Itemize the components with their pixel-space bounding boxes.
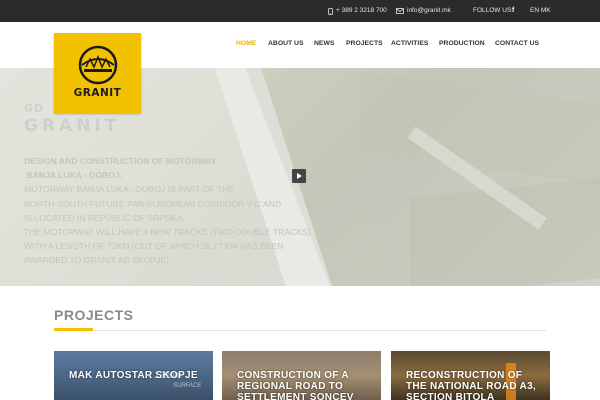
nav-item-projects[interactable]: PROJECTS (346, 40, 383, 47)
hero-title-small: GD (24, 102, 45, 115)
nav-item-production[interactable]: PRODUCTION (439, 40, 485, 47)
hero-line: DESIGN AND CONSTRUCTION OF MOTORWAY (24, 156, 217, 166)
hero-line: AWARDED TO GRANIT AD SKOPJE). (24, 255, 172, 266)
facebook-icon[interactable]: f (512, 0, 514, 22)
hero-line: MOTORWAY BANJA LUKA - DOBOJ IS PART OF T… (24, 184, 234, 195)
hero-line: BANJA LUKA - DOBOJ. (24, 170, 123, 181)
hero-line: IS LOCATED IN REPUBLIC OF SRPSKA. (24, 212, 185, 223)
nav-item-home[interactable]: HOME (236, 40, 256, 47)
top-bar: + 389 2 3218 700 info@granit.mk FOLLOW U… (0, 0, 600, 22)
projects-divider (54, 330, 546, 331)
envelope-icon (396, 8, 404, 14)
language-switcher[interactable]: EN MK (530, 0, 551, 22)
nav-item-activities[interactable]: ACTIVITIES (391, 40, 428, 47)
nav-item-news[interactable]: NEWS (314, 40, 334, 47)
email-contact[interactable]: info@granit.mk (396, 0, 451, 22)
project-card[interactable]: 1280m SURFACE MAK AUTOSTAR SKOPJE (54, 351, 213, 400)
hero-line: THE MOTORWAY WILL HAVE 4 NEW TRACKS (TWO… (24, 227, 311, 238)
projects-heading: PROJECTS (54, 307, 134, 323)
hero-line: WITH A LENGTH OF 72km (OUT OF WHICH 28,7… (24, 241, 284, 252)
follow-us-label: FOLLOW US: (473, 7, 514, 14)
nav-item-contact-us[interactable]: CONTACT US (495, 40, 539, 47)
logo-emblem-icon (78, 45, 118, 85)
project-card[interactable]: CONSTRUCTION OF A REGIONAL ROAD TO SETTL… (222, 351, 381, 400)
project-image-watermark: SURFACE (173, 383, 202, 389)
phone-contact[interactable]: + 389 2 3218 700 (328, 0, 387, 22)
projects-accent-bar (54, 328, 93, 331)
phone-icon (328, 7, 333, 15)
hero-line: NORTH-SOUTH FUTURE PAN-EUROPEAN CORRIDOR… (24, 198, 282, 209)
email-address: info@granit.mk (407, 7, 451, 14)
phone-number: + 389 2 3218 700 (336, 7, 387, 14)
project-caption: CONSTRUCTION OF A REGIONAL ROAD TO SETTL… (237, 370, 354, 400)
hero-description: DESIGN AND CONSTRUCTION OF MOTORWAY BANJ… (24, 154, 311, 268)
nav-item-about-us[interactable]: ABOUT US (268, 40, 304, 47)
play-icon[interactable] (292, 169, 306, 183)
granit-logo[interactable]: GRANIT (54, 33, 141, 113)
project-card[interactable]: RECONSTRUCTION OF THE NATIONAL ROAD A3, … (391, 351, 550, 400)
hero-title: GRANIT (24, 116, 121, 136)
project-caption: RECONSTRUCTION OF THE NATIONAL ROAD A3, … (406, 370, 537, 400)
logo-text: GRANIT (73, 87, 122, 99)
project-caption: MAK AUTOSTAR SKOPJE (69, 370, 198, 381)
